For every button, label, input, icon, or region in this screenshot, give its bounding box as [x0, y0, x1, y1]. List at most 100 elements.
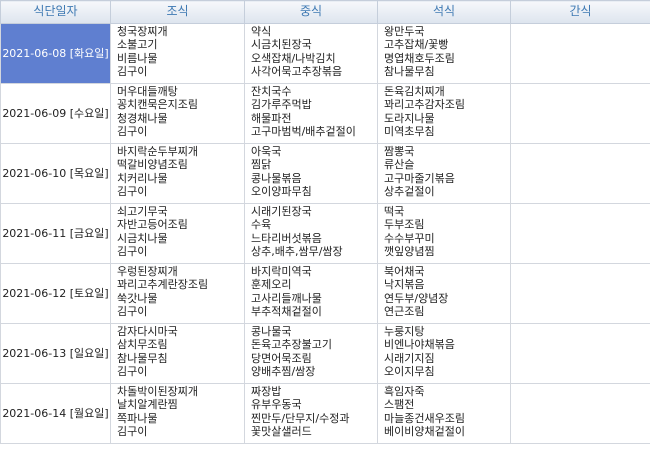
menu-item: 수수부꾸미: [384, 231, 435, 245]
menu-item: 돈육김치찌개: [384, 85, 445, 98]
menu-item: 김구이: [117, 125, 148, 139]
menu-item: 비엔나야채볶음: [384, 338, 455, 352]
breakfast-cell: 감자다시마국 삼치무조림 참나물무침 김구이: [110, 323, 245, 384]
menu-item: 오이지무침: [384, 365, 435, 379]
menu-item: 잔치국수: [251, 85, 292, 98]
menu-item: 바지락순두부찌개: [117, 145, 198, 158]
menu-item: 삼치무조림: [117, 338, 168, 352]
dinner-cell: 짬뽕국 류산슬 고구마줄기볶음 상추겉절이: [377, 143, 511, 204]
lunch-cell: 시래기된장국 수육 느타리버섯볶음 상추,배추,쌈무/쌈장: [244, 203, 378, 264]
menu-item: 낙지볶음: [384, 278, 425, 292]
lunch-cell: 콩나물국 돈육고추장불고기 당면어묵조림 양배추찜/쌈장: [244, 323, 378, 384]
lunch-cell: 짜장밥 유부우동국 찐만두/단무지/수정과 꽃맛살샐러드: [244, 383, 378, 444]
menu-item: 오이양파무침: [251, 185, 312, 199]
menu-item: 연근조림: [384, 305, 425, 319]
snack-cell: [510, 23, 650, 84]
menu-item: 두부조림: [384, 218, 425, 232]
menu-item: 스팸전: [384, 398, 415, 412]
menu-item: 시금치나물: [117, 231, 168, 245]
meal-plan-table: 식단일자 조식 중식 석식 간식 2021-06-08 [화요일] 청국장찌개 소불…: [0, 0, 650, 444]
menu-item: 자반고등어조림: [117, 218, 188, 232]
menu-item: 미역초무침: [384, 125, 435, 139]
menu-item: 고구마범벅/배추겉절이: [251, 125, 356, 139]
menu-item: 찐만두/단무지/수정과: [251, 411, 350, 425]
menu-item: 해물파전: [251, 111, 292, 125]
menu-item: 꽃맛살샐러드: [251, 425, 312, 439]
table-body: 2021-06-08 [화요일] 청국장찌개 소불고기 비름나물 김구이 약식 시금치된장국…: [0, 23, 650, 444]
date-cell[interactable]: 2021-06-09 [수요일]: [0, 83, 111, 144]
lunch-cell: 바지락미역국 훈제오리 고사리들깨나물 부추적채겉절이: [244, 263, 378, 324]
menu-item: 떡갈비양념조림: [117, 158, 188, 172]
date-cell[interactable]: 2021-06-10 [목요일]: [0, 143, 111, 204]
menu-item: 왕만두국: [384, 25, 425, 38]
menu-item: 감자다시마국: [117, 325, 178, 338]
menu-item: 김구이: [117, 65, 148, 79]
menu-item: 느타리버섯볶음: [251, 231, 322, 245]
menu-item: 소불고기: [117, 38, 158, 52]
menu-item: 청경채나물: [117, 111, 168, 125]
menu-item: 시래기된장국: [251, 205, 312, 218]
menu-item: 마늘종건새우조림: [384, 411, 465, 425]
table-row[interactable]: 2021-06-10 [목요일] 바지락순두부찌개 떡갈비양념조림 치커리나물 김구이 아…: [0, 143, 650, 204]
menu-item: 콩나물국: [251, 325, 292, 338]
breakfast-cell: 청국장찌개 소불고기 비름나물 김구이: [110, 23, 245, 84]
menu-item: 고사리들깨나물: [251, 291, 322, 305]
header-breakfast[interactable]: 조식: [110, 0, 245, 24]
menu-item: 아욱국: [251, 145, 282, 158]
table-row[interactable]: 2021-06-11 [금요일] 쇠고기무국 자반고등어조림 시금치나물 김구이 시래기된…: [0, 203, 650, 264]
date-cell[interactable]: 2021-06-08 [화요일]: [0, 23, 111, 84]
lunch-cell: 아욱국 찜닭 콩나물볶음 오이양파무침: [244, 143, 378, 204]
menu-item: 치커리나물: [117, 171, 168, 185]
menu-item: 사각어묵고추장볶음: [251, 65, 343, 79]
header-snack[interactable]: 간식: [510, 0, 650, 24]
menu-item: 유부우동국: [251, 398, 302, 412]
snack-cell: [510, 263, 650, 324]
menu-item: 고추잡채/꽃빵: [384, 38, 449, 52]
menu-item: 짬뽕국: [384, 145, 415, 158]
table-row[interactable]: 2021-06-14 [월요일] 차돌박이된장찌개 날치알계란찜 쪽파나물 김구이 짜장밥…: [0, 383, 650, 444]
date-cell[interactable]: 2021-06-11 [금요일]: [0, 203, 111, 264]
menu-item: 도라지나물: [384, 111, 435, 125]
menu-item: 명엽채호두조림: [384, 51, 455, 65]
menu-item: 김가루주먹밥: [251, 98, 312, 112]
table-row[interactable]: 2021-06-13 [일요일] 감자다시마국 삼치무조림 참나물무침 김구이 콩나물국 돈…: [0, 323, 650, 384]
snack-cell: [510, 143, 650, 204]
breakfast-cell: 바지락순두부찌개 떡갈비양념조림 치커리나물 김구이: [110, 143, 245, 204]
table-row[interactable]: 2021-06-09 [수요일] 머우대들깨탕 꽁치캔묵은지조림 청경채나물 김구이 잔치…: [0, 83, 650, 144]
menu-item: 차돌박이된장찌개: [117, 385, 198, 398]
menu-item: 연두부/양념장: [384, 291, 449, 305]
dinner-cell: 떡국 두부조림 수수부꾸미 깻잎양념찜: [377, 203, 511, 264]
menu-item: 양배추찜/쌈장: [251, 365, 316, 379]
menu-item: 쪽파나물: [117, 411, 158, 425]
menu-item: 참나물무침: [117, 351, 168, 365]
menu-item: 참나물무침: [384, 65, 435, 79]
header-lunch[interactable]: 중식: [244, 0, 378, 24]
dinner-cell: 북어채국 낙지볶음 연두부/양념장 연근조림: [377, 263, 511, 324]
date-cell[interactable]: 2021-06-14 [월요일]: [0, 383, 111, 444]
menu-item: 약식: [251, 25, 272, 38]
date-cell[interactable]: 2021-06-13 [일요일]: [0, 323, 111, 384]
menu-item: 김구이: [117, 305, 148, 319]
menu-item: 쑥갓나물: [117, 291, 158, 305]
menu-item: 떡국: [384, 205, 405, 218]
menu-item: 흑임자죽: [384, 385, 425, 398]
header-date[interactable]: 식단일자: [0, 0, 111, 24]
header-dinner[interactable]: 석식: [377, 0, 511, 24]
menu-item: 북어채국: [384, 265, 425, 278]
dinner-cell: 돈육김치찌개 꽈리고추감자조림 도라지나물 미역초무침: [377, 83, 511, 144]
menu-item: 김구이: [117, 425, 148, 439]
breakfast-cell: 머우대들깨탕 꽁치캔묵은지조림 청경채나물 김구이: [110, 83, 245, 144]
menu-item: 돈육고추장불고기: [251, 338, 332, 352]
menu-item: 쇠고기무국: [117, 205, 168, 218]
menu-item: 꽁치캔묵은지조림: [117, 98, 198, 112]
menu-item: 청국장찌개: [117, 25, 168, 38]
snack-cell: [510, 383, 650, 444]
table-row[interactable]: 2021-06-08 [화요일] 청국장찌개 소불고기 비름나물 김구이 약식 시금치된장국…: [0, 23, 650, 84]
table-row[interactable]: 2021-06-12 [토요일] 우렁된장찌개 꽈리고추계란장조림 쑥갓나물 김구이 바지…: [0, 263, 650, 324]
menu-item: 바지락미역국: [251, 265, 312, 278]
date-cell[interactable]: 2021-06-12 [토요일]: [0, 263, 111, 324]
menu-item: 김구이: [117, 365, 148, 379]
menu-item: 시래기지짐: [384, 351, 435, 365]
menu-item: 김구이: [117, 245, 148, 259]
snack-cell: [510, 203, 650, 264]
